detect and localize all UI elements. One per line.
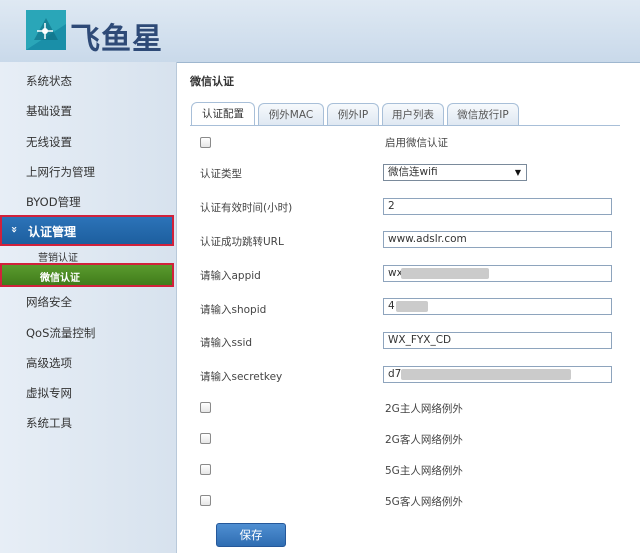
sidebar-subitem-wechat-auth[interactable]: 微信认证 [0,263,174,287]
redirect-url-label: 认证成功跳转URL [200,236,284,248]
redirect-url-value: www.adslr.com [388,233,467,245]
ssid-label: 请输入ssid [200,337,253,349]
sidebar-item-byod[interactable]: BYOD管理 [26,194,81,210]
logo-icon [26,10,66,50]
secretkey-value: d7 [388,368,402,380]
sidebar-subitem-marketing-auth[interactable]: 营销认证 [38,249,78,264]
shopid-value: 4 [388,300,395,312]
exception-2g-host-checkbox[interactable] [200,402,211,413]
exception-5g-guest-label: 5G客人网络例外 [385,496,463,508]
tab-auth-config[interactable]: 认证配置 [191,102,255,126]
appid-input[interactable]: wx [383,265,612,282]
redacted-blur [401,369,571,380]
brand-name: 飞鱼星 [70,22,163,57]
sidebar-item-vpn[interactable]: 虚拟专网 [26,385,72,401]
secretkey-label: 请输入secretkey [200,371,283,383]
sidebar-item-system-status[interactable]: 系统状态 [26,73,72,89]
sidebar-item-system-tools[interactable]: 系统工具 [26,415,72,431]
page-title: 微信认证 [190,75,234,88]
sidebar-item-behavior-management[interactable]: 上网行为管理 [26,164,95,180]
shopid-input[interactable]: 4 [383,298,612,315]
sidebar-item-basic-settings[interactable]: 基础设置 [26,103,72,119]
exception-5g-guest-checkbox[interactable] [200,495,211,506]
ssid-input[interactable]: WX_FYX_CD [383,332,612,349]
sidebar-item-label: 认证管理 [28,225,77,239]
ssid-value: WX_FYX_CD [388,334,452,346]
dropdown-arrow-icon: ▼ [514,168,521,177]
exception-5g-host-checkbox[interactable] [200,464,211,475]
redacted-blur [401,268,489,279]
sidebar-item-wireless-settings[interactable]: 无线设置 [26,134,72,150]
header-bar: 飞鱼星 [0,0,640,63]
valid-time-input[interactable]: 2 [383,198,612,215]
sidebar-item-qos[interactable]: QoS流量控制 [26,325,95,341]
save-button[interactable]: 保存 [216,523,286,547]
redacted-blur [396,301,428,312]
valid-time-value: 2 [388,200,395,212]
enable-wechat-auth-checkbox[interactable] [200,137,211,148]
exception-2g-host-label: 2G主人网络例外 [385,403,463,415]
exception-2g-guest-label: 2G客人网络例外 [385,434,463,446]
auth-type-value: 微信连wifi [388,166,438,178]
redirect-url-input[interactable]: www.adslr.com [383,231,612,248]
sidebar-subitem-label: 微信认证 [40,273,80,284]
appid-label: 请输入appid [200,270,261,282]
enable-wechat-auth-label: 启用微信认证 [385,137,448,149]
double-chevron-down-icon: » [8,225,22,234]
tab-exception-mac[interactable]: 例外MAC [258,103,324,125]
tab-wechat-allow-ip[interactable]: 微信放行IP [447,103,519,125]
auth-type-select[interactable]: 微信连wifi ▼ [383,164,527,181]
exception-2g-guest-checkbox[interactable] [200,433,211,444]
sidebar-item-network-security[interactable]: 网络安全 [26,294,72,310]
sidebar-item-auth-management[interactable]: » 认证管理 [0,215,174,246]
sidebar-item-advanced[interactable]: 高级选项 [26,355,72,371]
valid-time-label: 认证有效时间(小时) [200,202,293,214]
tab-divider [190,125,620,126]
auth-type-label: 认证类型 [200,168,242,180]
tab-user-list[interactable]: 用户列表 [382,103,444,125]
exception-5g-host-label: 5G主人网络例外 [385,465,463,477]
shopid-label: 请输入shopid [200,304,267,316]
secretkey-input[interactable]: d7 [383,366,612,383]
tab-exception-ip[interactable]: 例外IP [327,103,379,125]
